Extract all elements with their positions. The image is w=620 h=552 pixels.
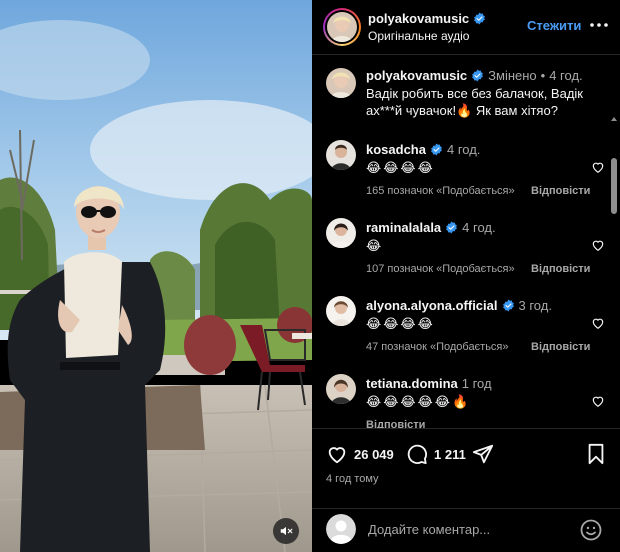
likes-count[interactable]: 26 049 xyxy=(354,447,394,462)
post-header: polyakovamusic Оригінальне аудіо Стежити xyxy=(312,0,620,55)
emoji-smile-icon[interactable] xyxy=(579,518,603,542)
post-panel: polyakovamusic Оригінальне аудіо Стежити… xyxy=(312,0,620,552)
comments-scrollbar[interactable] xyxy=(611,158,617,214)
comment-item: tetiana.domina 1 год 😂😂😂😂😂🔥 Відповісти xyxy=(326,374,606,428)
comments-feed[interactable]: polyakovamusic Змінено • 4 год. Вадік робит… xyxy=(312,56,620,428)
like-button[interactable]: 26 049 xyxy=(326,443,394,465)
commenter-avatar[interactable] xyxy=(326,218,356,248)
mute-button[interactable] xyxy=(273,518,299,544)
comment-text: 😂 xyxy=(366,238,384,253)
commenter-avatar[interactable] xyxy=(326,140,356,170)
like-heart-icon[interactable] xyxy=(591,394,605,408)
save-button[interactable] xyxy=(586,443,606,465)
author-username-row: polyakovamusic xyxy=(368,11,486,26)
comment-button[interactable]: 1 211 xyxy=(406,443,466,465)
reply-button[interactable]: Відповісти xyxy=(366,419,425,428)
comment-composer xyxy=(312,508,620,552)
verified-badge-icon xyxy=(472,69,484,82)
caption-time[interactable]: 4 год. xyxy=(549,68,582,83)
verified-badge-icon xyxy=(446,221,458,234)
viewer-avatar[interactable] xyxy=(326,514,356,544)
comment-time[interactable]: 4 год. xyxy=(447,142,480,157)
caption-header: polyakovamusic Змінено • 4 год. xyxy=(366,68,583,83)
commenter-username[interactable]: raminalalala xyxy=(366,220,441,235)
default-user-icon xyxy=(326,514,356,544)
follow-button[interactable]: Стежити xyxy=(527,18,581,33)
verified-badge-icon xyxy=(502,299,514,312)
meta-separator: • xyxy=(540,68,546,83)
commenter-username[interactable]: tetiana.domina xyxy=(366,376,458,391)
audio-label[interactable]: Оригінальне аудіо xyxy=(368,29,469,43)
verified-badge-icon xyxy=(474,12,486,25)
caption-line-1: Вадік робить все без балачок, Вадік xyxy=(366,86,583,101)
more-options-button[interactable] xyxy=(589,17,609,33)
caption-username[interactable]: polyakovamusic xyxy=(366,68,467,83)
comment-header: raminalalala 4 год. xyxy=(366,220,496,235)
comment-text: 😂😂😂😂 xyxy=(366,316,435,331)
reply-button[interactable]: Відповісти xyxy=(531,263,590,275)
video-frame-image xyxy=(0,0,312,552)
comment-item: raminalalala 4 год. 😂 107 позначок «Подоб… xyxy=(326,218,606,288)
comment-text: 😂😂😂😂 xyxy=(366,160,435,175)
author-username[interactable]: polyakovamusic xyxy=(368,11,469,26)
comment-time[interactable]: 3 год. xyxy=(519,298,552,313)
send-icon xyxy=(472,444,494,464)
post-time[interactable]: 4 год тому xyxy=(326,473,379,485)
comment-likes[interactable]: 107 позначок «Подобається» xyxy=(366,263,515,275)
edited-label: Змінено xyxy=(488,68,537,83)
comment-time[interactable]: 4 год. xyxy=(462,220,495,235)
post-actions: 26 049 1 211 4 год тому xyxy=(312,428,620,508)
comments-count[interactable]: 1 211 xyxy=(434,447,466,462)
commenter-username[interactable]: alyona.alyona.official xyxy=(366,298,498,313)
like-heart-icon[interactable] xyxy=(591,238,605,252)
reply-button[interactable]: Відповісти xyxy=(531,185,590,197)
caption-line-2: ах***й чувачок!🔥 Як вам хітяо? xyxy=(366,103,558,118)
like-heart-icon[interactable] xyxy=(591,160,605,174)
caption-avatar[interactable] xyxy=(326,68,356,98)
comment-header: tetiana.domina 1 год xyxy=(366,376,492,391)
verified-badge-icon xyxy=(431,143,442,156)
comment-input[interactable] xyxy=(368,519,568,539)
reel-video[interactable] xyxy=(0,0,312,552)
commenter-avatar[interactable] xyxy=(326,296,356,326)
story-ring[interactable] xyxy=(323,8,361,46)
scroll-up-arrow-icon[interactable] xyxy=(611,116,617,122)
comment-item: alyona.alyona.official 3 год. 😂😂😂😂 47 поз… xyxy=(326,296,606,366)
comment-text: 😂😂😂😂😂🔥 xyxy=(366,394,471,409)
caption-text: Вадік робить все без балачок, Вадік ах**… xyxy=(366,85,606,119)
comment-likes[interactable]: 165 позначок «Подобається» xyxy=(366,185,515,197)
author-avatar[interactable] xyxy=(327,12,357,42)
comment-item: kosadcha 4 год. 😂😂😂😂 165 позначок «Подоба… xyxy=(326,140,606,210)
more-horizontal-icon xyxy=(590,23,608,27)
comment-bubble-icon xyxy=(407,444,427,465)
heart-icon xyxy=(328,447,346,464)
commenter-avatar[interactable] xyxy=(326,374,356,404)
bookmark-icon xyxy=(588,443,604,465)
comment-header: kosadcha 4 год. xyxy=(366,142,480,157)
speaker-muted-icon xyxy=(280,526,293,536)
comment-likes[interactable]: 47 позначок «Подобається» xyxy=(366,341,509,353)
like-heart-icon[interactable] xyxy=(591,316,605,330)
reply-button[interactable]: Відповісти xyxy=(531,341,590,353)
comment-header: alyona.alyona.official 3 год. xyxy=(366,298,552,313)
share-button[interactable] xyxy=(472,443,494,465)
commenter-username[interactable]: kosadcha xyxy=(366,142,426,157)
comment-time[interactable]: 1 год xyxy=(462,376,492,391)
